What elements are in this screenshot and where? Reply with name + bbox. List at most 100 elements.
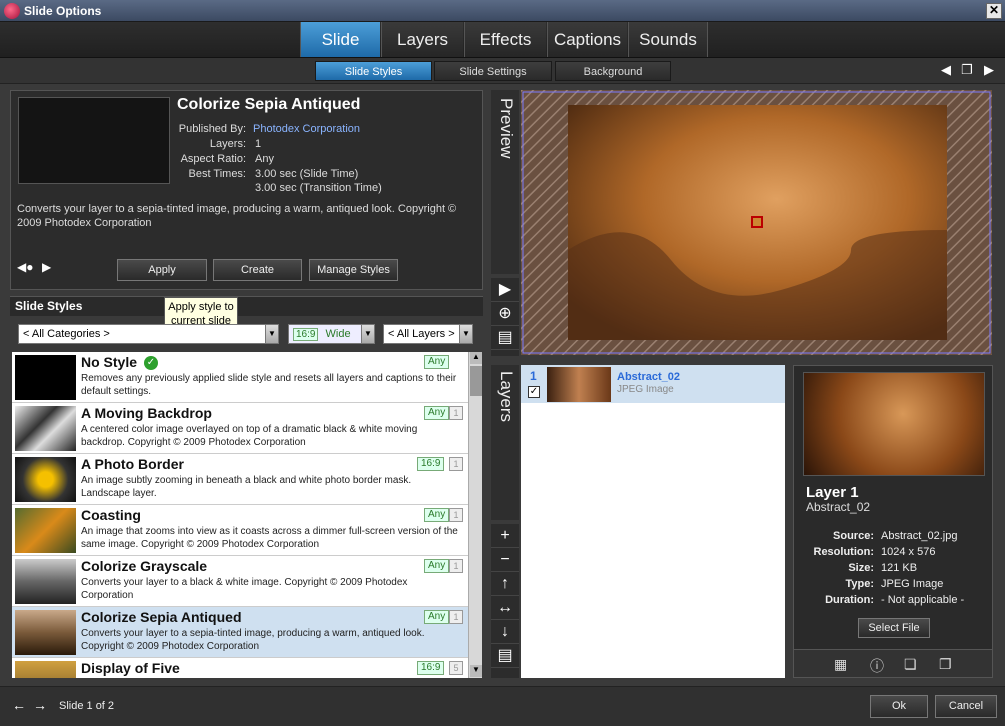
ok-button[interactable]: Ok [870,695,928,718]
layer-action-bar: ▦ ⓘ ❏ ❐ [794,649,992,677]
aspect-badge: Any [424,559,450,573]
tab-slide-settings[interactable]: Slide Settings [434,61,552,81]
layers-filter-dropdown[interactable]: < All Layers > ▼ [383,324,473,344]
tab-background[interactable]: Background [555,61,671,81]
tab-effects[interactable]: Effects [464,22,546,57]
restore-window-icon[interactable]: ❐ [959,63,975,77]
list-item[interactable]: Coasting An image that zooms into view a… [12,505,468,556]
layer-detail-panel: Layer 1 Abstract_02 Source: Abstract_02.… [793,365,993,678]
window-title: Slide Options [24,4,102,18]
preview-tab[interactable]: Preview [491,90,519,274]
move-down-icon[interactable]: ↓ [491,620,519,644]
copy-layer-icon[interactable]: ❏ [904,656,917,673]
style-desc: An image that zooms into view as it coas… [81,526,458,550]
source-label: Source: [833,530,874,542]
layers-tab[interactable]: Layers [491,365,519,520]
published-by-label: Published By: [178,123,246,135]
next-arrow-icon[interactable]: ▶ [981,63,997,77]
move-up-icon[interactable]: ↑ [491,572,519,596]
tab-sounds[interactable]: Sounds [628,22,708,57]
scroll-up-icon[interactable]: ▲ [470,352,482,364]
type-value: JPEG Image [881,578,944,590]
chevron-down-icon: ▼ [459,325,472,343]
aspect-ratio-label: Aspect Ratio: [180,153,246,165]
create-button[interactable]: Create [213,259,302,281]
layer-tools: + − ↑ ↔ ↓ ▤ [491,524,519,678]
swap-icon[interactable]: ↔ [491,596,519,620]
list-item[interactable]: A Photo Border An image subtly zooming i… [12,454,468,505]
paste-layer-icon[interactable]: ❐ [939,656,952,673]
cancel-button[interactable]: Cancel [935,695,997,718]
play-icon[interactable]: ▶ [42,260,51,274]
style-thumbnail [15,508,76,553]
tab-layers[interactable]: Layers [381,22,463,57]
layer-info-icon[interactable]: ⓘ [870,656,884,676]
layer-title: Layer 1 [806,484,859,501]
aspect-ratio-value: Any [255,153,274,165]
style-desc: Converts your layer to a black & white i… [81,577,408,601]
layer-visible-checkbox[interactable]: ✓ [528,386,540,398]
style-name: Coasting [81,507,141,523]
list-item[interactable]: Colorize Grayscale Converts your layer t… [12,556,468,607]
layers-count-label: Layers: [209,138,246,150]
close-icon[interactable]: ✕ [986,3,1002,19]
aspect-badge: Any [424,610,450,624]
slide-counter: Slide 1 of 2 [59,700,115,712]
footer-bar: ← → Slide 1 of 2 Ok Cancel [0,686,1005,726]
best-time-slide: 3.00 sec (Slide Time) [255,168,359,180]
style-thumbnail [15,355,76,400]
add-layer-icon[interactable]: + [491,524,519,548]
remove-layer-icon[interactable]: − [491,548,519,572]
size-value: 121 KB [881,562,918,574]
prev-arrow-icon[interactable]: ◀ [938,63,954,77]
type-label: Type: [845,578,874,590]
manage-styles-button[interactable]: Manage Styles [309,259,398,281]
prev-slide-icon[interactable]: ← [12,697,26,713]
scroll-down-icon[interactable]: ▼ [470,665,482,677]
apply-button[interactable]: Apply [117,259,207,281]
preview-tools: ▶ ⊕ ▤ [491,278,519,356]
publisher-link[interactable]: Photodex Corporation [253,123,360,135]
title-bar: Slide Options ✕ [0,0,1005,22]
source-value: Abstract_02.jpg [881,530,958,542]
next-slide-icon[interactable]: → [33,697,47,713]
scroll-thumb[interactable] [470,366,482,396]
layers-filter-value: < All Layers > [388,328,455,340]
list-item[interactable]: No Style ✓ Removes any previously applie… [12,352,468,403]
tab-captions[interactable]: Captions [547,22,627,57]
category-dropdown[interactable]: < All Categories > ▼ [18,324,279,344]
list-item-selected[interactable]: Colorize Sepia Antiqued Converts your la… [12,607,468,658]
style-preview-thumbnail [18,97,170,184]
layer-row[interactable]: 1 ✓ Abstract_02 JPEG Image [521,365,785,403]
sound-icon[interactable]: ◀● [17,260,33,274]
styles-scrollbar[interactable]: ▲ ▼ [468,352,482,678]
style-description: Converts your layer to a sepia-tinted im… [17,203,457,229]
style-thumbnail [15,457,76,502]
select-file-button[interactable]: Select File [858,618,930,638]
list-item[interactable]: A Moving Backdrop A centered color image… [12,403,468,454]
play-icon[interactable]: ▶ [491,278,519,302]
tab-slide[interactable]: Slide [300,22,380,57]
tab-slide-styles[interactable]: Slide Styles [315,61,432,81]
layer-count-badge: 1 [449,559,463,573]
aspect-badge: Any [424,355,450,369]
best-times-label: Best Times: [188,168,246,180]
layer-editor-icon[interactable]: ▦ [834,656,847,673]
layers-count-value: 1 [255,138,262,150]
layer-type: JPEG Image [617,384,674,395]
safe-zone-icon[interactable]: ▤ [491,326,519,350]
slide-preview[interactable] [521,90,992,355]
layer-grid-icon[interactable]: ▤ [491,644,519,668]
zoom-in-icon[interactable]: ⊕ [491,302,519,326]
layer-index: 1 [530,369,537,383]
list-item[interactable]: Display of Five 16:9 5 [12,658,468,678]
style-name: A Photo Border [81,456,184,472]
best-time-transition: 3.00 sec (Transition Time) [255,182,382,194]
chevron-down-icon: ▼ [361,325,374,343]
style-desc: Converts your layer to a sepia-tinted im… [81,628,425,652]
aspect-dropdown[interactable]: 16:9 Wide ▼ [288,324,375,344]
aspect-badge: 16:9 [417,457,445,471]
style-desc: An image subtly zooming in beneath a bla… [81,475,412,499]
style-name: A Moving Backdrop [81,405,212,421]
preview-label: Preview [497,98,516,159]
